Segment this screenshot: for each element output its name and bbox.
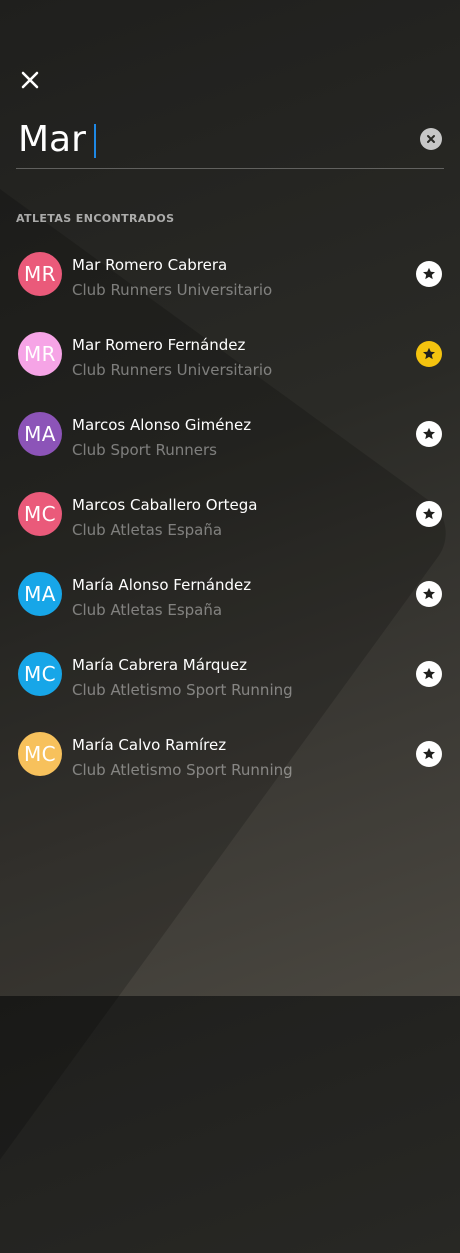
star-icon [423,507,435,520]
search-bar [16,116,444,169]
star-icon [423,747,435,760]
athlete-results-list: MR Mar Romero Cabrera Club Runners Unive… [0,236,460,796]
clear-icon [427,135,435,143]
search-input[interactable] [18,116,378,164]
favorite-button-active[interactable] [416,341,442,367]
athlete-club: Club Runners Universitario [72,281,273,299]
athlete-name: María Cabrera Márquez [72,656,247,674]
athlete-list-item[interactable]: MA Marcos Alonso Giménez Club Sport Runn… [0,396,460,476]
results-section-title: ATLETAS ENCONTRADOS [16,212,175,225]
athlete-list-item[interactable]: MC María Calvo Ramírez Club Atletismo Sp… [0,716,460,796]
favorite-button[interactable] [416,501,442,527]
favorite-button[interactable] [416,581,442,607]
star-icon [423,587,435,600]
athlete-name: Marcos Caballero Ortega [72,496,258,514]
athlete-list-item[interactable]: MA María Alonso Fernández Club Atletas E… [0,556,460,636]
favorite-button[interactable] [416,741,442,767]
favorite-button[interactable] [416,261,442,287]
star-icon [423,347,435,360]
athlete-club: Club Atletismo Sport Running [72,681,293,699]
avatar: MR [18,332,62,376]
athlete-list-item[interactable]: MR Mar Romero Cabrera Club Runners Unive… [0,236,460,316]
star-icon [423,667,435,680]
athlete-meta: Marcos Alonso Giménez Club Sport Runners [72,416,392,459]
athlete-club: Club Runners Universitario [72,361,273,379]
star-icon [423,427,435,440]
favorite-button[interactable] [416,661,442,687]
close-button[interactable] [16,66,44,94]
athlete-name: María Calvo Ramírez [72,736,227,754]
athlete-name: Mar Romero Fernández [72,336,246,354]
athlete-club: Club Atletismo Sport Running [72,761,293,779]
athlete-meta: María Cabrera Márquez Club Atletismo Spo… [72,656,392,699]
favorite-button[interactable] [416,421,442,447]
athlete-club: Club Sport Runners [72,441,217,459]
star-icon [423,267,435,280]
text-caret [94,124,96,158]
clear-search-button[interactable] [420,128,442,150]
athlete-list-item[interactable]: MC María Cabrera Márquez Club Atletismo … [0,636,460,716]
athlete-list-item[interactable]: MC Marcos Caballero Ortega Club Atletas … [0,476,460,556]
athlete-meta: María Alonso Fernández Club Atletas Espa… [72,576,392,619]
avatar: MC [18,732,62,776]
athlete-name: Marcos Alonso Giménez [72,416,252,434]
close-icon [21,71,39,89]
athlete-club: Club Atletas España [72,521,223,539]
search-athletes-screen: ATLETAS ENCONTRADOS MR Mar Romero Cabrer… [0,0,460,996]
avatar: MA [18,412,62,456]
avatar: MA [18,572,62,616]
athlete-meta: Mar Romero Cabrera Club Runners Universi… [72,256,392,299]
athlete-club: Club Atletas España [72,601,223,619]
athlete-name: Mar Romero Cabrera [72,256,228,274]
athlete-list-item[interactable]: MR Mar Romero Fernández Club Runners Uni… [0,316,460,396]
athlete-meta: Marcos Caballero Ortega Club Atletas Esp… [72,496,392,539]
athlete-meta: Mar Romero Fernández Club Runners Univer… [72,336,392,379]
avatar: MR [18,252,62,296]
avatar: MC [18,652,62,696]
avatar: MC [18,492,62,536]
athlete-name: María Alonso Fernández [72,576,252,594]
athlete-meta: María Calvo Ramírez Club Atletismo Sport… [72,736,392,779]
